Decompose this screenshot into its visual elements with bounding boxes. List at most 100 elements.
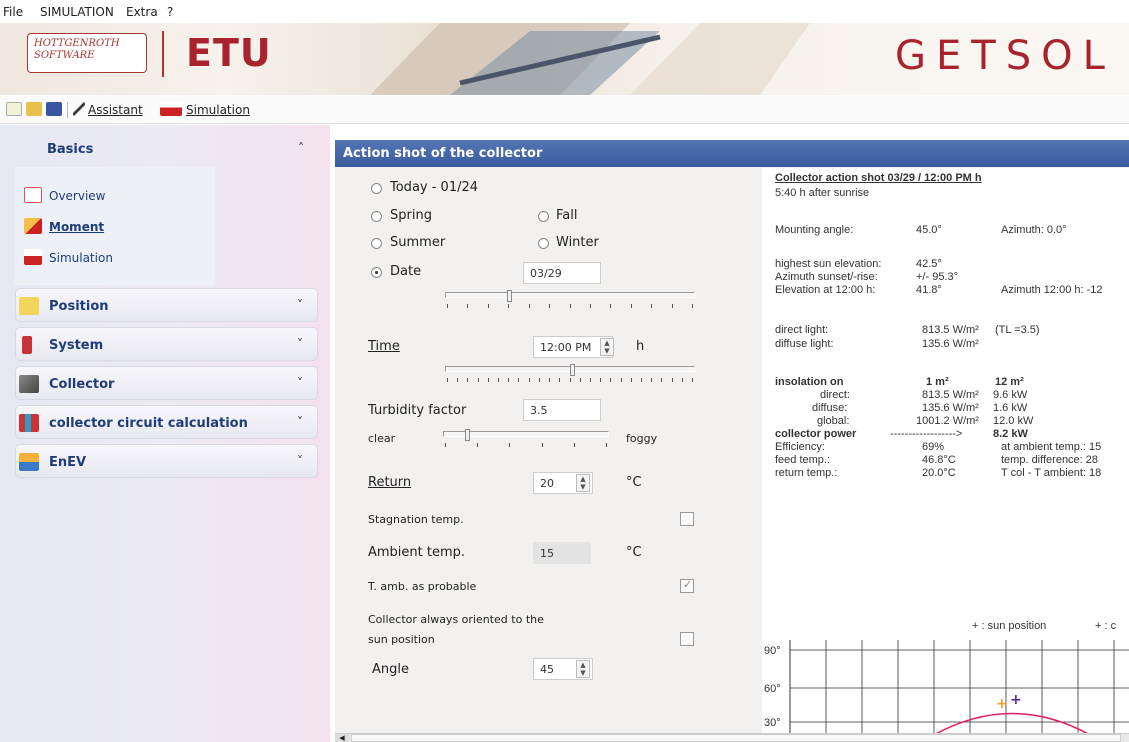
horizontal-scrollbar[interactable]: ◀ — [335, 733, 1129, 742]
turbidity-input[interactable]: 3.5 — [523, 399, 601, 421]
sidebar-item-label: Simulation — [49, 251, 113, 265]
return-unit: °C — [626, 475, 642, 490]
angle-label: Angle — [372, 662, 409, 677]
section-title: Position — [49, 299, 109, 314]
assistant-button[interactable]: Assistant — [88, 103, 143, 117]
radio-spring[interactable] — [371, 211, 382, 222]
basics-items-panel — [15, 167, 215, 285]
sidebar-section-circuit[interactable]: collector circuit calculation ˅ — [15, 405, 318, 439]
slider-thumb[interactable] — [465, 429, 470, 441]
radio-fall-label: Fall — [556, 208, 578, 223]
slider-tick — [630, 378, 632, 382]
menu-extra[interactable]: Extra — [126, 5, 158, 19]
slider-tick — [630, 304, 632, 308]
sidebar-section-enev[interactable]: EnEV ˅ — [15, 444, 318, 478]
col-1m: 1 m² — [926, 376, 949, 388]
y-tick-label: 30° — [764, 717, 781, 729]
simulation-chart-icon — [24, 249, 42, 265]
slider-tick — [477, 378, 479, 382]
date-slider[interactable] — [445, 290, 695, 304]
chevron-down-icon[interactable]: ˅ — [297, 415, 303, 429]
save-icon[interactable] — [46, 102, 62, 116]
radio-winter[interactable] — [538, 238, 549, 249]
ins-global-label: global: — [817, 415, 850, 427]
ins-diffuse-label: diffuse: — [812, 402, 848, 414]
slider-tick — [569, 304, 571, 308]
foggy-label: foggy — [626, 432, 658, 445]
slider-thumb[interactable] — [570, 364, 575, 376]
collector-icon — [19, 375, 39, 393]
slider-tick — [509, 443, 511, 447]
az1200-label: Azimuth 12:00 h: -12 — [1001, 284, 1103, 296]
slider-tick — [457, 378, 459, 382]
direct-label: direct light: — [775, 324, 829, 336]
menu-file[interactable]: File — [3, 5, 23, 19]
slider-tick — [640, 378, 642, 382]
sidebar: Basics ˄ Overview Moment Simulation Posi… — [0, 125, 330, 742]
return-spinner[interactable]: ▲ ▼ — [576, 474, 590, 492]
slider-tick — [477, 443, 479, 447]
radio-summer[interactable] — [371, 238, 382, 249]
tl-value: (TL =3.5) — [995, 324, 1040, 336]
app-name: GETSOL — [895, 33, 1115, 79]
ins-diffuse-1: 135.6 W/m² — [922, 402, 979, 414]
menu-help[interactable]: ? — [167, 5, 173, 19]
power-arrow: ------------------> — [890, 428, 963, 440]
scroll-thumb[interactable] — [351, 734, 1121, 742]
slider-tick — [606, 443, 607, 447]
radio-today[interactable] — [371, 183, 382, 194]
insolation-label: insolation on — [775, 376, 844, 388]
slider-tick — [661, 378, 663, 382]
chevron-down-icon[interactable]: ˅ — [297, 298, 303, 312]
turbidity-slider[interactable] — [443, 429, 609, 443]
turbidity-slider-ticks — [445, 443, 607, 447]
oriented-checkbox[interactable] — [680, 632, 694, 646]
simulation-button[interactable]: Simulation — [186, 103, 250, 117]
menu-simulation[interactable]: SIMULATION — [40, 5, 114, 19]
chevron-down-icon[interactable]: ˅ — [297, 376, 303, 390]
stagnation-checkbox[interactable] — [680, 512, 694, 526]
radio-fall[interactable] — [538, 211, 549, 222]
chevron-up-icon[interactable]: ˄ — [298, 141, 304, 155]
slider-tick — [559, 378, 561, 382]
sidebar-section-basics[interactable]: Basics ˄ — [15, 132, 318, 166]
section-title: Collector — [49, 377, 115, 392]
simulation-chart-icon[interactable] — [160, 102, 182, 116]
open-folder-icon[interactable] — [26, 102, 42, 116]
feed-label: feed temp.: — [775, 454, 831, 466]
scroll-left-arrow[interactable]: ◀ — [335, 734, 349, 742]
diffuse-label: diffuse light: — [775, 338, 834, 350]
ambient-input[interactable]: 15 — [533, 542, 591, 564]
sidebar-section-system[interactable]: System ˅ — [15, 327, 318, 361]
eff-label: Efficiency: — [775, 441, 825, 453]
power-value: 8.2 kW — [993, 428, 1028, 440]
slider-tick — [487, 304, 489, 308]
slider-tick — [620, 378, 622, 382]
mounting-value: 45.0° — [916, 224, 942, 236]
ins-global-12: 12.0 kW — [993, 415, 1034, 427]
feed-value: 46.8°C — [922, 454, 956, 466]
eff-right: at ambient temp.: 15 — [1001, 441, 1102, 453]
tamb-checkbox[interactable] — [680, 578, 694, 593]
slider-tick — [573, 443, 575, 447]
radio-date[interactable] — [371, 267, 382, 278]
sidebar-section-position[interactable]: Position ˅ — [15, 288, 318, 322]
slider-tick — [498, 378, 500, 382]
date-input[interactable]: 03/29 — [523, 262, 601, 284]
angle-spinner[interactable]: ▲ ▼ — [576, 660, 590, 678]
chevron-down-icon[interactable]: ˅ — [297, 454, 303, 468]
sidebar-section-collector[interactable]: Collector ˅ — [15, 366, 318, 400]
slider-thumb[interactable] — [507, 290, 512, 302]
list-icon — [24, 187, 42, 203]
radio-spring-label: Spring — [390, 208, 432, 223]
wand-icon[interactable] — [73, 102, 85, 116]
new-file-icon[interactable] — [6, 102, 22, 116]
time-spinner[interactable]: ▲ ▼ — [600, 338, 614, 356]
azss-value: +/- 95.3° — [916, 271, 959, 283]
slider-tick — [600, 378, 602, 382]
time-slider[interactable] — [445, 364, 695, 378]
highest-value: 42.5° — [916, 258, 942, 270]
chevron-down-icon[interactable]: ˅ — [297, 337, 303, 351]
azimuth-label: Azimuth: 0.0° — [1001, 224, 1067, 236]
info-heading: Collector action shot 03/29 / 12:00 PM h — [775, 172, 982, 184]
